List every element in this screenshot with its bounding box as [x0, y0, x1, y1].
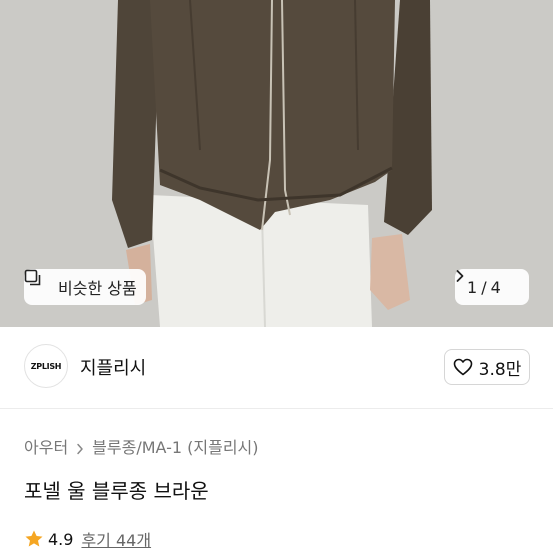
image-pager[interactable]: 1 / 4	[455, 269, 529, 305]
product-title: 포넬 울 블루종 브라운	[24, 479, 209, 503]
rating-value: 4.9	[48, 529, 74, 549]
brand-logo-text: ZPLISH	[30, 361, 62, 371]
pager-separator: /	[481, 277, 487, 297]
similar-products-icon	[24, 269, 52, 296]
reviews-link[interactable]: 후기 44개	[81, 527, 151, 551]
similar-products-button[interactable]: 비슷한 상품	[24, 269, 146, 305]
pager-total: 4	[490, 277, 501, 297]
pager-current: 1	[467, 277, 478, 297]
rating-row: 4.9 후기 44개	[24, 527, 151, 551]
product-image[interactable]: 비슷한 상품 1 / 4	[0, 0, 553, 327]
brand-row: ZPLISH 지플리시 3.8만	[0, 327, 553, 409]
breadcrumb-item[interactable]: 블루종/MA-1 (지플리시)	[92, 434, 258, 458]
like-count: 3.8만	[478, 359, 522, 380]
star-icon	[25, 530, 43, 547]
breadcrumb: 아우터 블루종/MA-1 (지플리시)	[24, 434, 259, 458]
similar-products-label: 비슷한 상품	[58, 279, 137, 298]
brand-name[interactable]: 지플리시	[80, 354, 146, 380]
heart-icon	[453, 358, 472, 376]
breadcrumb-item[interactable]: 아우터	[24, 434, 68, 458]
chevron-right-icon	[76, 440, 84, 455]
chevron-right-icon	[456, 270, 521, 294]
like-button[interactable]: 3.8만	[444, 349, 530, 385]
brand-logo[interactable]: ZPLISH	[24, 344, 68, 388]
